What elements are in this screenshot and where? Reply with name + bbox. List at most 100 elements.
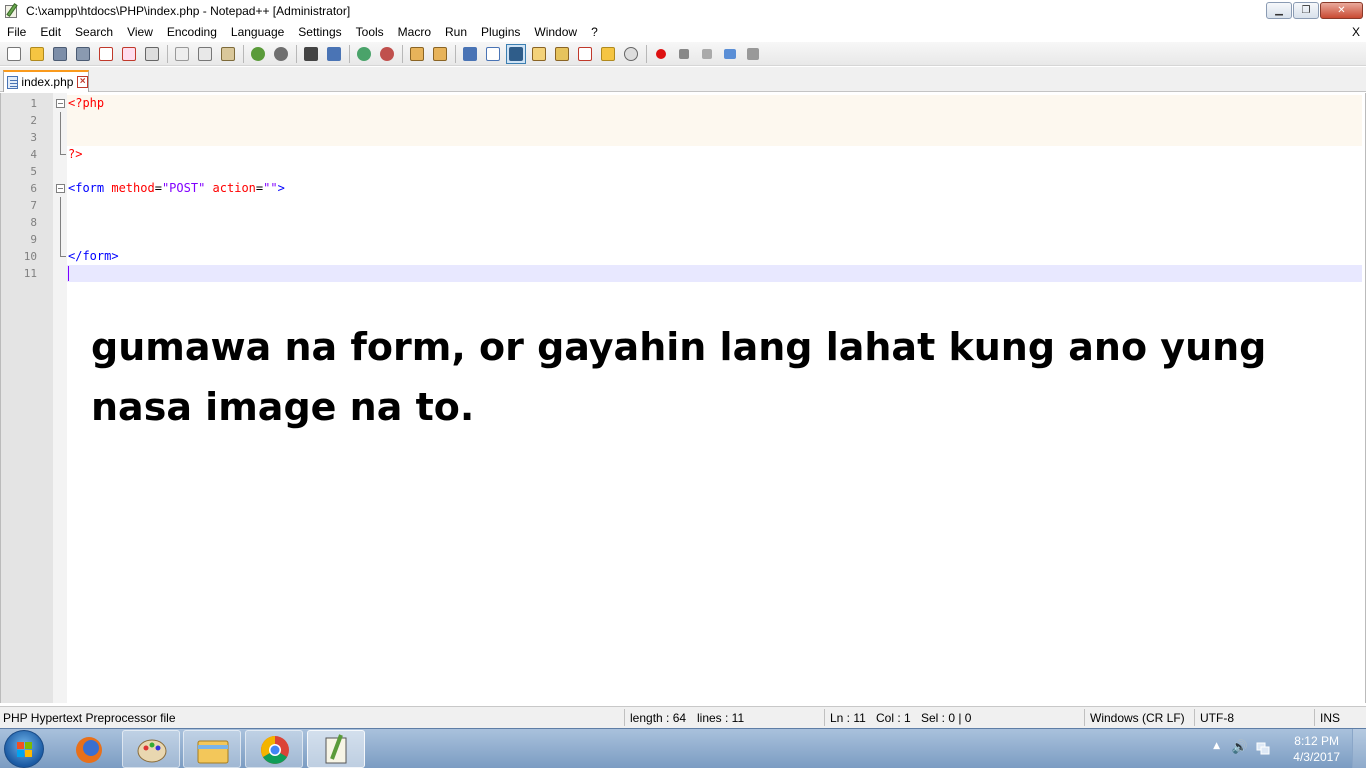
- taskbar-notepad-plus-plus[interactable]: [307, 730, 365, 768]
- redo-icon: [274, 46, 288, 61]
- line-number: 6: [30, 182, 37, 195]
- function-list-button[interactable]: [575, 44, 595, 64]
- show-hidden-icons-chevron-icon[interactable]: ▲: [1213, 741, 1220, 751]
- save-all-button[interactable]: [73, 44, 93, 64]
- menu-language[interactable]: Language: [224, 25, 291, 39]
- folder-icon: [197, 740, 229, 764]
- sync-horizontal-icon: [433, 46, 447, 61]
- taskbar-firefox[interactable]: [60, 730, 118, 768]
- menu-plugins[interactable]: Plugins: [474, 25, 527, 39]
- status-file-type: PHP Hypertext Preprocessor file: [3, 711, 176, 725]
- close-button[interactable]: ✕: [1320, 2, 1363, 19]
- monitoring-button[interactable]: [621, 44, 641, 64]
- indent-guide-button[interactable]: [506, 43, 526, 64]
- paste-button[interactable]: [218, 44, 238, 64]
- play-macro-button[interactable]: [697, 44, 717, 64]
- document-map-button[interactable]: [552, 44, 572, 64]
- show-desktop-button[interactable]: [1352, 729, 1366, 768]
- code-text: <form method="POST" action="">: [68, 180, 285, 197]
- windows-taskbar: ▲ 🔊 8:12 PM 4/3/2017: [0, 728, 1366, 768]
- sync-vertical-button[interactable]: [407, 44, 427, 64]
- close-file-icon: [99, 46, 113, 61]
- status-separator: [624, 709, 625, 726]
- save-button[interactable]: [50, 44, 70, 64]
- copy-button[interactable]: [195, 44, 215, 64]
- fold-end-marker: [60, 248, 66, 257]
- volume-icon[interactable]: 🔊: [1232, 740, 1248, 755]
- toolbar-separator: [455, 44, 456, 63]
- undo-button[interactable]: [248, 44, 268, 64]
- line-number: 1: [30, 97, 37, 110]
- menu-settings[interactable]: Settings: [291, 25, 348, 39]
- clock[interactable]: 8:12 PM 4/3/2017: [1293, 733, 1340, 765]
- html-tag: >: [277, 181, 285, 195]
- taskbar-file-explorer[interactable]: [183, 730, 241, 768]
- menu-search[interactable]: Search: [68, 25, 120, 39]
- close-all-button[interactable]: [119, 44, 139, 64]
- tab-close-icon[interactable]: ×: [77, 76, 88, 88]
- save-macro-button[interactable]: [743, 44, 763, 64]
- code-line: 1 <?php: [1, 95, 1366, 112]
- find-button[interactable]: [301, 44, 321, 64]
- equals-sign: =: [154, 181, 162, 195]
- sync-vertical-icon: [410, 46, 424, 61]
- save-icon: [53, 46, 67, 61]
- menu-macro[interactable]: Macro: [391, 25, 438, 39]
- sync-horizontal-button[interactable]: [430, 44, 450, 64]
- cut-button[interactable]: [172, 44, 192, 64]
- status-lines: lines : 11: [697, 711, 745, 725]
- fast-forward-icon: [724, 48, 736, 59]
- new-file-button[interactable]: [4, 44, 24, 64]
- replace-button[interactable]: [324, 44, 344, 64]
- folder-as-workspace-button[interactable]: [598, 44, 618, 64]
- code-editor[interactable]: 1 <?php 2 3 4 ?> 5 6 <form method="POST"…: [0, 93, 1366, 703]
- status-selection: Sel : 0 | 0: [921, 711, 972, 725]
- code-line: 2: [1, 112, 1366, 129]
- paint-palette-icon: [137, 739, 167, 763]
- close-file-button[interactable]: [96, 44, 116, 64]
- menu-tools[interactable]: Tools: [349, 25, 391, 39]
- run-macro-multiple-button[interactable]: [720, 44, 740, 64]
- zoom-out-button[interactable]: [377, 44, 397, 64]
- code-text: <?php: [68, 96, 105, 110]
- code-line: 8: [1, 214, 1366, 231]
- html-tag: <form: [68, 181, 105, 195]
- open-file-button[interactable]: [27, 44, 47, 64]
- clock-date: 4/3/2017: [1293, 750, 1340, 764]
- status-eol-format: Windows (CR LF): [1090, 711, 1185, 725]
- menu-view[interactable]: View: [120, 25, 160, 39]
- toolbar-separator: [646, 44, 647, 63]
- chrome-icon: [261, 736, 289, 764]
- line-number: 11: [23, 267, 37, 280]
- menu-help[interactable]: ?: [584, 25, 605, 39]
- stop-macro-button[interactable]: [674, 44, 694, 64]
- fold-toggle-icon[interactable]: [56, 184, 65, 193]
- eye-icon: [624, 46, 638, 61]
- restore-button[interactable]: ❐: [1293, 2, 1319, 19]
- function-list-icon: [578, 46, 592, 61]
- taskbar-chrome[interactable]: [245, 730, 303, 768]
- window-title: C:\xampp\htdocs\PHP\index.php - Notepad+…: [26, 4, 351, 18]
- tab-index-php[interactable]: index.php ×: [3, 70, 89, 92]
- menu-file[interactable]: File: [0, 25, 33, 39]
- user-defined-language-button[interactable]: [529, 44, 549, 64]
- menu-run[interactable]: Run: [438, 25, 474, 39]
- taskbar-paint[interactable]: [122, 730, 180, 768]
- minimize-button[interactable]: ▁: [1266, 2, 1292, 19]
- start-button[interactable]: [4, 730, 44, 768]
- code-line: 9: [1, 231, 1366, 248]
- menu-window[interactable]: Window: [527, 25, 584, 39]
- show-all-characters-button[interactable]: [483, 44, 503, 64]
- fold-toggle-icon[interactable]: [56, 99, 65, 108]
- record-icon: [656, 48, 666, 59]
- redo-button[interactable]: [271, 44, 291, 64]
- menu-edit[interactable]: Edit: [33, 25, 68, 39]
- print-button[interactable]: [142, 44, 162, 64]
- close-document-button[interactable]: X: [1352, 25, 1360, 39]
- menu-encoding[interactable]: Encoding: [160, 25, 224, 39]
- zoom-in-button[interactable]: [354, 44, 374, 64]
- text-cursor: [68, 266, 69, 281]
- network-icon[interactable]: [1256, 742, 1270, 756]
- word-wrap-button[interactable]: [460, 44, 480, 64]
- record-macro-button[interactable]: [651, 44, 671, 64]
